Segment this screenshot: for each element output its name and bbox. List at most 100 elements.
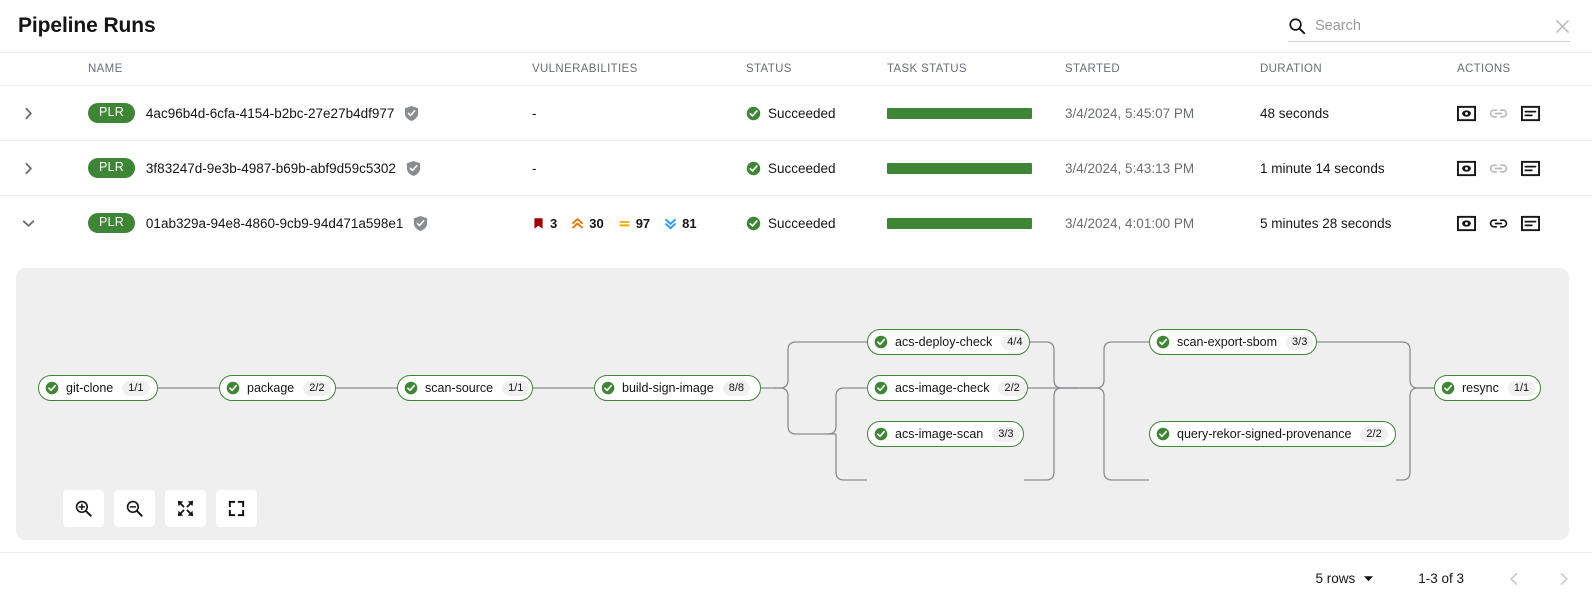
started-timestamp: 3/4/2024, 5:45:07 PM bbox=[1065, 106, 1194, 121]
chevron-right-icon[interactable] bbox=[1557, 572, 1570, 586]
severity-low-icon bbox=[664, 217, 677, 230]
search-icon bbox=[1288, 17, 1306, 35]
view-logs-icon[interactable] bbox=[1521, 104, 1540, 123]
chevron-right-icon[interactable] bbox=[22, 107, 35, 120]
task-node-label: scan-source bbox=[425, 381, 493, 395]
chevron-down-icon[interactable] bbox=[22, 217, 35, 230]
table-row[interactable]: PLR 01ab329a-94e8-4860-9cb9-94d471a598e1… bbox=[0, 196, 1592, 250]
row-actions-cell bbox=[1457, 214, 1592, 233]
view-output-icon[interactable] bbox=[1457, 104, 1476, 123]
zoom-in-icon bbox=[74, 499, 93, 518]
check-circle-icon bbox=[746, 216, 761, 231]
pipeline-task-node[interactable]: scan-source 1/1 bbox=[397, 375, 533, 401]
link-icon[interactable] bbox=[1489, 104, 1508, 123]
task-node-count: 1/1 bbox=[1508, 381, 1535, 396]
row-vulnerabilities-cell: - bbox=[532, 106, 746, 121]
run-name[interactable]: 3f83247d-9e3b-4987-b69b-abf9d59c5302 bbox=[146, 161, 396, 176]
view-output-icon[interactable] bbox=[1457, 159, 1476, 178]
pipeline-task-node[interactable]: package 2/2 bbox=[219, 375, 336, 401]
table-pagination: 5 rows 1-3 of 3 bbox=[0, 552, 1592, 604]
fullscreen-icon bbox=[227, 499, 246, 518]
row-vulnerabilities-cell: - bbox=[532, 161, 746, 176]
duration-value: 48 seconds bbox=[1260, 106, 1329, 121]
severity-high-icon bbox=[571, 217, 584, 230]
check-circle-icon bbox=[1156, 335, 1170, 349]
view-logs-icon[interactable] bbox=[1521, 159, 1540, 178]
task-node-count: 8/8 bbox=[723, 381, 750, 396]
row-actions-cell bbox=[1457, 104, 1592, 123]
pipeline-task-node[interactable]: acs-image-scan 3/3 bbox=[867, 421, 1024, 447]
task-node-count: 2/2 bbox=[1360, 427, 1387, 442]
row-expand-toggle[interactable] bbox=[0, 217, 88, 230]
zoom-out-icon bbox=[125, 499, 144, 518]
kind-badge: PLR bbox=[88, 103, 135, 123]
column-header-started: STARTED bbox=[1065, 63, 1260, 75]
vulnerability-medium-count: 97 bbox=[636, 216, 650, 231]
started-timestamp: 3/4/2024, 5:43:13 PM bbox=[1065, 161, 1194, 176]
view-output-icon[interactable] bbox=[1457, 214, 1476, 233]
pipeline-graph-panel[interactable]: git-clone 1/1 package 2/2 scan-source 1/… bbox=[16, 268, 1569, 540]
run-name[interactable]: 01ab329a-94e8-4860-9cb9-94d471a598e1 bbox=[146, 216, 403, 231]
check-circle-icon bbox=[874, 335, 888, 349]
vulnerability-severity-list: 3 30 97 bbox=[532, 216, 697, 231]
task-node-label: acs-deploy-check bbox=[895, 335, 992, 349]
kind-badge: PLR bbox=[88, 158, 135, 178]
rows-per-page-select[interactable]: 5 rows bbox=[1315, 571, 1374, 586]
pipeline-task-node[interactable]: resync 1/1 bbox=[1434, 375, 1541, 401]
chevron-left-icon[interactable] bbox=[1508, 572, 1521, 586]
pagination-controls bbox=[1508, 572, 1570, 586]
pipeline-task-node[interactable]: acs-deploy-check 4/4 bbox=[867, 329, 1030, 355]
row-status-cell: Succeeded bbox=[746, 161, 887, 176]
row-name-cell[interactable]: PLR 3f83247d-9e3b-4987-b69b-abf9d59c5302 bbox=[88, 158, 532, 178]
page-title: Pipeline Runs bbox=[18, 14, 156, 38]
pipeline-task-node[interactable]: git-clone 1/1 bbox=[38, 375, 158, 401]
task-status-progress bbox=[887, 218, 1032, 229]
link-icon[interactable] bbox=[1489, 214, 1508, 233]
vulnerability-low: 81 bbox=[664, 216, 696, 231]
severity-critical-icon bbox=[532, 217, 545, 230]
table-row[interactable]: PLR 4ac96b4d-6cfa-4154-b2bc-27e27b4df977… bbox=[0, 86, 1592, 141]
vulnerability-high: 30 bbox=[571, 216, 603, 231]
row-name-cell[interactable]: PLR 01ab329a-94e8-4860-9cb9-94d471a598e1 bbox=[88, 213, 532, 233]
run-name[interactable]: 4ac96b4d-6cfa-4154-b2bc-27e27b4df977 bbox=[146, 106, 394, 121]
fit-to-screen-button[interactable] bbox=[165, 490, 206, 527]
task-status-progress bbox=[887, 108, 1032, 119]
expand-arrows-icon bbox=[176, 499, 195, 518]
table-header-row: NAME VULNERABILITIES STATUS TASK STATUS … bbox=[0, 53, 1592, 86]
column-header-duration: DURATION bbox=[1260, 63, 1457, 75]
vulnerability-critical: 3 bbox=[532, 216, 557, 231]
column-header-task-status: TASK STATUS bbox=[887, 63, 1065, 75]
close-icon[interactable] bbox=[1555, 19, 1570, 34]
row-duration-cell: 5 minutes 28 seconds bbox=[1260, 216, 1457, 231]
reset-view-button[interactable] bbox=[216, 490, 257, 527]
check-circle-icon bbox=[601, 381, 615, 395]
row-task-status-cell bbox=[887, 218, 1065, 229]
row-expand-toggle[interactable] bbox=[0, 107, 88, 120]
kind-badge: PLR bbox=[88, 213, 135, 233]
check-circle-icon bbox=[746, 161, 761, 176]
zoom-out-button[interactable] bbox=[114, 490, 155, 527]
search-bar[interactable] bbox=[1288, 11, 1570, 42]
caret-down-icon bbox=[1363, 575, 1374, 582]
severity-medium-icon bbox=[618, 217, 631, 230]
row-name-cell[interactable]: PLR 4ac96b4d-6cfa-4154-b2bc-27e27b4df977 bbox=[88, 103, 532, 123]
link-icon[interactable] bbox=[1489, 159, 1508, 178]
pipeline-task-node[interactable]: build-sign-image 8/8 bbox=[594, 375, 761, 401]
search-input[interactable] bbox=[1315, 15, 1549, 37]
task-node-label: git-clone bbox=[66, 381, 113, 395]
row-started-cell: 3/4/2024, 5:45:07 PM bbox=[1065, 106, 1260, 121]
row-expand-toggle[interactable] bbox=[0, 162, 88, 175]
graph-zoom-controls bbox=[63, 490, 257, 527]
pipeline-task-node[interactable]: query-rekor-signed-provenance 2/2 bbox=[1149, 421, 1396, 447]
row-status-cell: Succeeded bbox=[746, 106, 887, 121]
table-row[interactable]: PLR 3f83247d-9e3b-4987-b69b-abf9d59c5302… bbox=[0, 141, 1592, 196]
pipeline-task-node[interactable]: acs-image-check 2/2 bbox=[867, 375, 1028, 401]
pipeline-task-node[interactable]: scan-export-sbom 3/3 bbox=[1149, 329, 1317, 355]
zoom-in-button[interactable] bbox=[63, 490, 104, 527]
view-logs-icon[interactable] bbox=[1521, 214, 1540, 233]
check-circle-icon bbox=[226, 381, 240, 395]
task-status-progress bbox=[887, 163, 1032, 174]
chevron-right-icon[interactable] bbox=[22, 162, 35, 175]
task-node-count: 3/3 bbox=[1286, 335, 1313, 350]
check-circle-icon bbox=[874, 381, 888, 395]
